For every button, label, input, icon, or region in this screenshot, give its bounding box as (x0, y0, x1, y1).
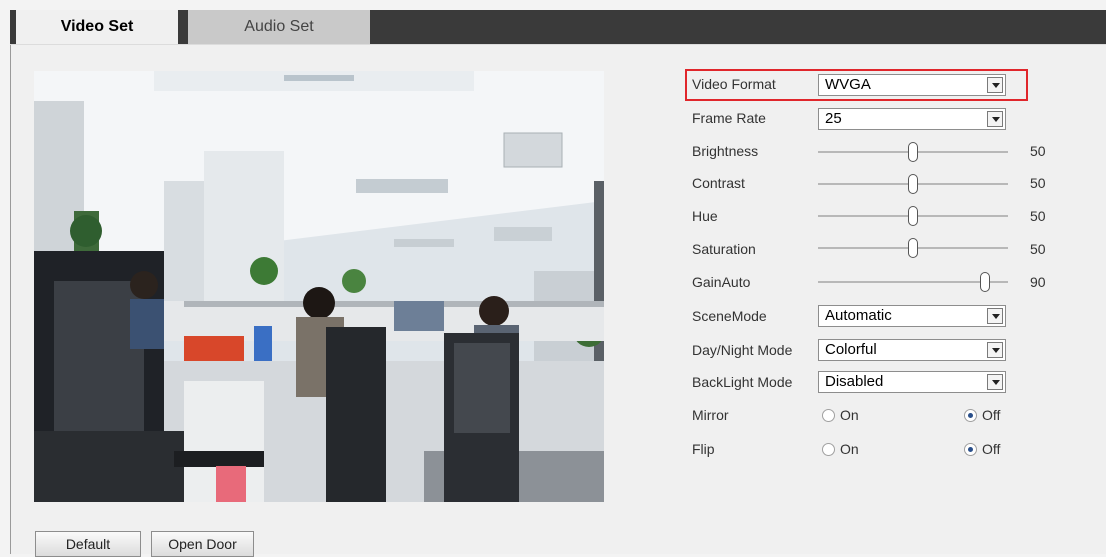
contrast-value: 50 (1030, 175, 1046, 191)
video-format-label: Video Format (692, 76, 776, 92)
chevron-down-icon[interactable] (987, 308, 1003, 324)
backlight-mode-label: BackLight Mode (692, 374, 793, 390)
hue-slider-thumb[interactable] (908, 206, 918, 226)
day-night-mode-select[interactable]: Colorful (818, 339, 1006, 361)
hue-label: Hue (692, 208, 718, 224)
chevron-down-icon[interactable] (987, 342, 1003, 358)
video-format-select[interactable]: WVGA (818, 74, 1006, 96)
flip-on-label: On (840, 441, 859, 457)
saturation-slider-thumb[interactable] (908, 238, 918, 258)
mirror-label: Mirror (692, 407, 729, 423)
hue-value: 50 (1030, 208, 1046, 224)
day-night-mode-value: Colorful (825, 341, 877, 358)
frame-rate-value: 25 (825, 110, 842, 127)
mirror-off-radio[interactable] (964, 409, 977, 422)
chevron-down-icon[interactable] (987, 374, 1003, 390)
tab-video-set[interactable]: Video Set (16, 10, 178, 44)
flip-off-radio[interactable] (964, 443, 977, 456)
default-button[interactable]: Default (35, 531, 141, 557)
backlight-mode-value: Disabled (825, 373, 884, 390)
brightness-slider-thumb[interactable] (908, 142, 918, 162)
camera-preview-image (34, 71, 604, 502)
saturation-value: 50 (1030, 241, 1046, 257)
mirror-off-label: Off (982, 407, 1001, 423)
chevron-down-icon[interactable] (987, 111, 1003, 127)
day-night-mode-label: Day/Night Mode (692, 342, 793, 358)
open-door-button[interactable]: Open Door (151, 531, 254, 557)
chevron-down-icon[interactable] (987, 77, 1003, 93)
scene-mode-label: SceneMode (692, 308, 767, 324)
tab-audio-set[interactable]: Audio Set (188, 10, 370, 44)
brightness-value: 50 (1030, 143, 1046, 159)
mirror-on-label: On (840, 407, 859, 423)
mirror-on-radio[interactable] (822, 409, 835, 422)
video-format-value: WVGA (825, 76, 871, 93)
gain-auto-value: 90 (1030, 274, 1046, 290)
flip-label: Flip (692, 441, 715, 457)
gain-auto-label: GainAuto (692, 274, 751, 290)
divider (10, 44, 1106, 45)
contrast-slider-thumb[interactable] (908, 174, 918, 194)
backlight-mode-select[interactable]: Disabled (818, 371, 1006, 393)
gain-auto-slider-thumb[interactable] (980, 272, 990, 292)
frame-rate-select[interactable]: 25 (818, 108, 1006, 130)
brightness-label: Brightness (692, 143, 759, 159)
scene-mode-value: Automatic (825, 307, 892, 324)
contrast-label: Contrast (692, 175, 745, 191)
flip-off-label: Off (982, 441, 1001, 457)
frame-rate-label: Frame Rate (692, 110, 766, 126)
saturation-label: Saturation (692, 241, 756, 257)
scene-mode-select[interactable]: Automatic (818, 305, 1006, 327)
flip-on-radio[interactable] (822, 443, 835, 456)
